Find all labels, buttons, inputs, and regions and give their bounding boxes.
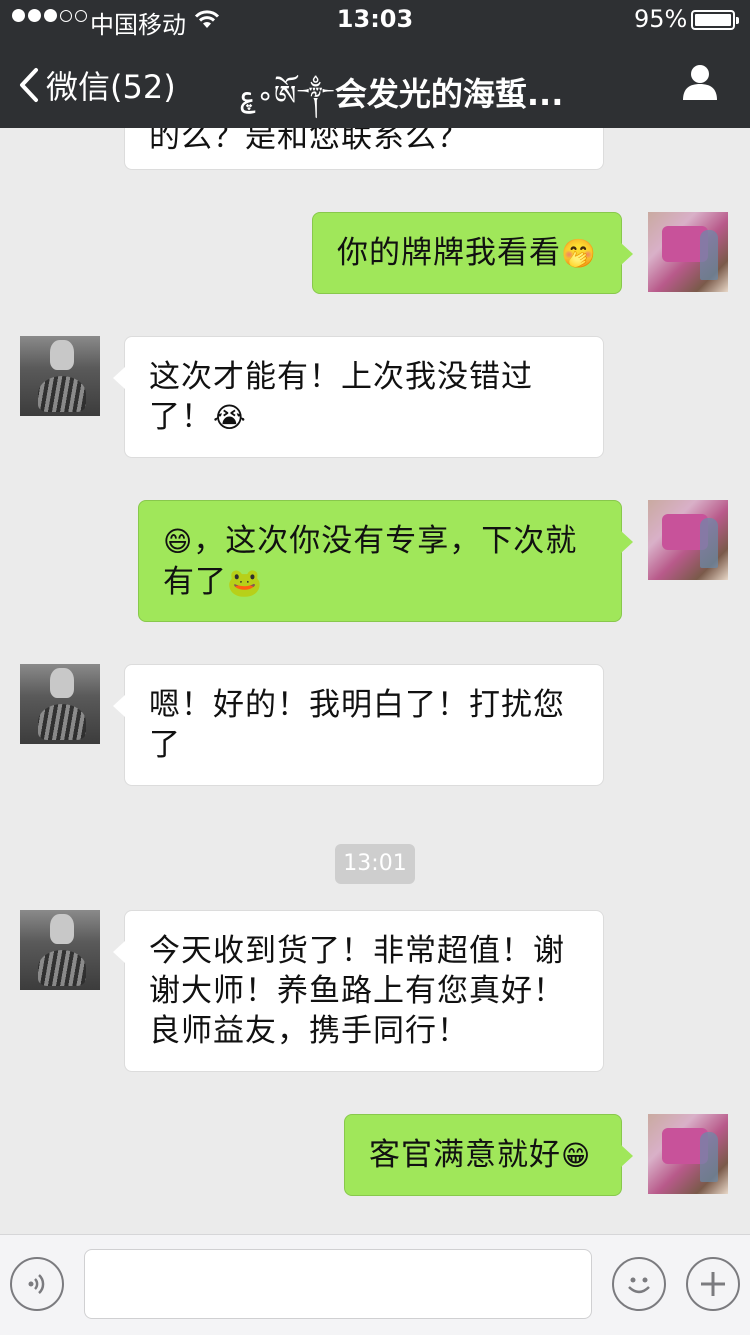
message-input[interactable] [84,1249,592,1319]
voice-button[interactable] [10,1257,64,1311]
person-icon [683,65,717,100]
avatar-contact[interactable] [20,336,100,416]
message-bubble-outgoing[interactable]: 客官满意就好😁 [344,1114,633,1196]
message-bubble-outgoing[interactable]: 你的牌牌我看看🤭 [312,212,633,294]
avatar-self[interactable] [648,1114,728,1194]
avatar-contact[interactable] [20,910,100,990]
message-bubble-outgoing[interactable]: 😄，这次你没有专享，下次就有了🐸 [138,500,633,622]
emoji-frog-icon: 🐸 [227,566,263,599]
emoji-button[interactable] [612,1257,666,1311]
top-bar: 中国移动 13:03 95% 微信(52) ࢳ∘ཨོ༒会发光的海蜇... [0,0,750,128]
message-text: 今天收到货了！非常超值！谢谢大师！养鱼路上有您真好！良师益友，携手同行！ [149,933,565,1049]
message-bubble-incoming[interactable]: 这次才能有！上次我没错过了！😭 [113,336,604,458]
title-decoration: ࢳ∘ཨོ༒ [240,79,335,112]
message-text: 嗯！好的！我明白了！打扰您了 [149,687,565,763]
smiley-icon [628,1277,650,1294]
emoji-grin-icon: 😄 [163,525,194,558]
chat-area[interactable]: 的么？是和您联系么？ 你的牌牌我看看🤭 这次才能有！上次我没错过了！😭 😄，这次… [0,128,750,1234]
message-text: ，这次你没有专享，下次就有了 [163,523,578,600]
message-timestamp: 13:01 [335,844,415,884]
avatar-self[interactable] [648,500,728,580]
emoji-big-grin-icon: 😁 [561,1139,592,1172]
chat-info-button[interactable] [680,62,720,106]
emoji-crying-icon: 😭 [213,401,247,434]
chevron-left-icon [20,68,38,102]
battery-percent: 95% [634,5,688,33]
plus-icon [701,1272,725,1296]
voice-icon [28,1274,45,1294]
message-text: 你的牌牌我看看 [337,235,561,271]
more-button[interactable] [686,1257,740,1311]
battery-icon [691,10,739,30]
message-text: 的么？是和您联系么？ [149,128,469,155]
title-text: 会发光的海蜇... [334,75,564,113]
emoji-giggle-icon: 🤭 [561,237,597,270]
input-bar [0,1234,750,1335]
message-bubble-incoming[interactable]: 今天收到货了！非常超值！谢谢大师！养鱼路上有您真好！良师益友，携手同行！ [113,910,604,1072]
message-text: 这次才能有！上次我没错过了！ [149,359,533,435]
nav-bar: 微信(52) ࢳ∘ཨོ༒会发光的海蜇... [0,40,750,128]
avatar-self[interactable] [648,212,728,292]
message-text: 客官满意就好 [369,1137,561,1173]
avatar-contact[interactable] [20,664,100,744]
status-bar: 中国移动 13:03 95% [0,0,750,40]
message-bubble-incoming[interactable]: 的么？是和您联系么？ [124,128,604,170]
message-bubble-incoming[interactable]: 嗯！好的！我明白了！打扰您了 [113,664,604,786]
back-button[interactable]: 微信(52) [18,62,176,108]
back-label: 微信(52) [46,68,176,106]
